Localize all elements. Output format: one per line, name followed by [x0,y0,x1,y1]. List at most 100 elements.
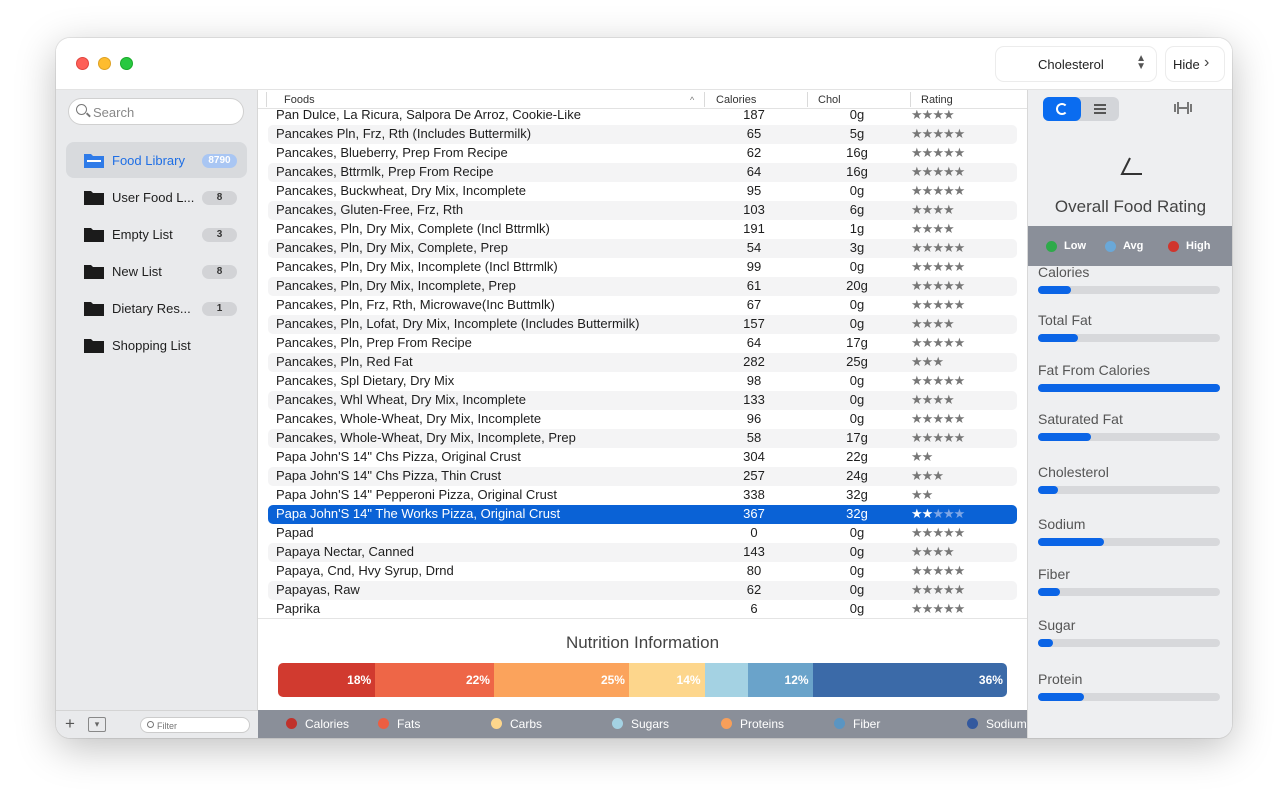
close-window-button[interactable] [76,57,89,70]
table-row[interactable]: Pancakes, Bttrmlk, Prep From Recipe 64 16g… [268,163,1017,182]
sidebar-item[interactable]: New List 8 [66,253,247,289]
nutrition-title: Nutrition Information [565,633,720,652]
rating-stars: ★★★★ [911,110,955,123]
star-icon: ★ [942,164,955,179]
rating-legend: Low Avg High [1028,226,1232,266]
table-row[interactable]: Pancakes, Pln, Prep From Recipe 64 17g ★★★★… [268,334,1017,353]
star-icon: ★ [953,582,966,597]
search-input[interactable] [93,103,238,121]
star-icon: ★ [942,278,955,293]
count-badge: 8790 [202,154,237,168]
food-name-cell: Papa John'S 14" Chs Pizza, Thin Crust [276,468,502,483]
star-icon: ★ [932,126,944,141]
nutrition-segment: 18% [278,663,376,697]
star-icon: ★ [942,221,955,236]
table-row[interactable]: Pancakes, Blueberry, Prep From Recipe 62 1… [268,144,1017,163]
metric-label: Cholesterol [1038,464,1109,480]
table-row[interactable]: Paprika 6 0g ★★★★★ [268,600,1017,618]
column-header-chol[interactable]: Chol [818,94,841,106]
add-list-button[interactable]: + [65,714,75,734]
rating-stars: ★★★★★ [911,430,965,446]
calories-cell: 6 [750,601,758,616]
table-row[interactable]: Pancakes, Spl Dietary, Dry Mix 98 0g ★★★★★ [268,372,1017,391]
filter-field[interactable] [140,717,250,733]
column-header-foods[interactable]: Foods [284,94,315,106]
table-row[interactable]: Pancakes, Pln, Frz, Rth, Microwave(Inc B… [268,296,1017,315]
star-icon: ★ [932,373,944,388]
chol-cell: 0g [849,525,865,540]
rating-stars: ★★★★★ [911,183,966,199]
column-header-calories[interactable]: Calories [716,94,756,106]
star-icon: ★ [942,297,955,312]
sidebar-item-label: Dietary Res... [112,301,191,316]
sidebar-item[interactable]: User Food L... 8 [66,179,247,215]
star-icon: ★ [942,335,955,350]
table-row[interactable]: Papad 0 0g ★★★★★ [268,524,1017,543]
sort-ascending-icon: ^ [690,95,695,105]
chol-cell: 5g [849,126,865,141]
food-name-cell: Pancakes, Pln, Dry Mix, Incomplete (Incl… [276,259,558,274]
legend-item: Sodium [967,717,1027,731]
hide-panel-button[interactable]: Hide › [1166,47,1224,81]
sidebar-item-label: User Food L... [112,190,195,205]
list-view-button[interactable] [1081,97,1119,121]
table-row[interactable]: Pancakes Pln, Frz, Rth (Includes Butterm… [268,125,1017,144]
table-row[interactable]: Pancakes, Pln, Dry Mix, Complete (Incl B… [268,220,1017,239]
table-row[interactable]: Pancakes, Whole-Wheat, Dry Mix, Incomple… [268,429,1017,448]
table-row[interactable]: Pancakes, Pln, Lofat, Dry Mix, Incomplet… [268,315,1017,334]
sort-select[interactable]: Cholesterol ▲ ▼ [996,47,1156,81]
star-icon: ★ [911,392,923,407]
nutrition-legend: Calories Fats Carbs Sugars Proteins Fiber Sodi… [258,710,1027,738]
star-icon: ★ [932,240,944,255]
metric-track [1038,693,1220,701]
rating-view-button[interactable] [1043,97,1081,121]
table-row[interactable]: Papaya, Cnd, Hvy Syrup, Drnd 80 0g ★★★★★ [268,562,1017,581]
minimize-window-button[interactable] [98,57,111,70]
food-name-cell: Papaya Nectar, Canned [276,544,415,559]
dumbbell-icon[interactable] [1173,101,1193,115]
rating-stars: ★★★★★ [911,145,965,161]
metric-row: Sodium [1038,516,1221,546]
list-options-dropdown[interactable]: ▾ [88,717,106,732]
table-row[interactable]: Papa John'S 14" Pepperoni Pizza, Origina… [268,486,1017,505]
list-icon [1094,112,1106,114]
star-icon: ★ [921,430,934,445]
table-row[interactable]: Pancakes, Pln, Dry Mix, Incomplete (Incl… [268,258,1017,277]
star-icon: ★ [911,525,923,540]
star-icon: ★ [911,110,923,122]
rating-stars: ★★★★★ [911,278,965,294]
table-row[interactable]: Pancakes, Pln, Red Fat 282 25g ★★★ [268,353,1017,372]
sidebar-item[interactable]: Food Library 8790 [66,142,247,178]
legend-dot-icon [1046,241,1057,252]
sidebar-item[interactable]: Empty List 3 [66,216,247,252]
table-row[interactable]: Pancakes, Gluten-Free, Frz, Rth 103 6g ★★★★ [268,201,1017,220]
star-icon: ★ [932,335,944,350]
food-table-panel: Foods ^ Calories Chol Rating Pan Dulce, … [258,90,1027,738]
zoom-window-button[interactable] [120,57,133,70]
filter-input[interactable] [157,719,245,732]
chol-cell: 17g [846,430,868,445]
table-row[interactable]: Papa John'S 14" The Works Pizza, Origina… [268,505,1017,524]
metric-track [1038,433,1220,441]
food-name-cell: Pancakes, Buckwheat, Dry Mix, Incomplete [276,183,526,198]
table-row[interactable]: Pancakes, Whole-Wheat, Dry Mix, Incomple… [268,410,1017,429]
star-icon: ★ [911,563,923,578]
rating-stars: ★★★★ [911,221,955,237]
search-field[interactable] [68,98,244,125]
sidebar-item[interactable]: Shopping List [66,327,247,363]
sidebar-item[interactable]: Dietary Res... 1 [66,290,247,326]
chol-cell: 0g [849,183,865,198]
table-row[interactable]: Papa John'S 14" Chs Pizza, Original Crus… [268,448,1017,467]
calories-cell: 304 [743,449,765,464]
table-row[interactable]: Pan Dulce, La Ricura, Salpora De Arroz, … [268,110,1017,125]
table-row[interactable]: Pancakes, Pln, Dry Mix, Complete, Prep 54… [268,239,1017,258]
table-row[interactable]: Papa John'S 14" Chs Pizza, Thin Crust 257… [268,467,1017,486]
star-icon: ★ [953,183,966,198]
table-row[interactable]: Pancakes, Buckwheat, Dry Mix, Incomplete… [268,182,1017,201]
legend-dot-icon [967,718,978,729]
table-row[interactable]: Pancakes, Pln, Dry Mix, Incomplete, Prep… [268,277,1017,296]
table-row[interactable]: Pancakes, Whl Wheat, Dry Mix, Incomplete… [268,391,1017,410]
table-row[interactable]: Papayas, Raw 62 0g ★★★★★ [268,581,1017,600]
table-row[interactable]: Papaya Nectar, Canned 143 0g ★★★★ [268,543,1017,562]
column-header-rating[interactable]: Rating [921,94,953,106]
